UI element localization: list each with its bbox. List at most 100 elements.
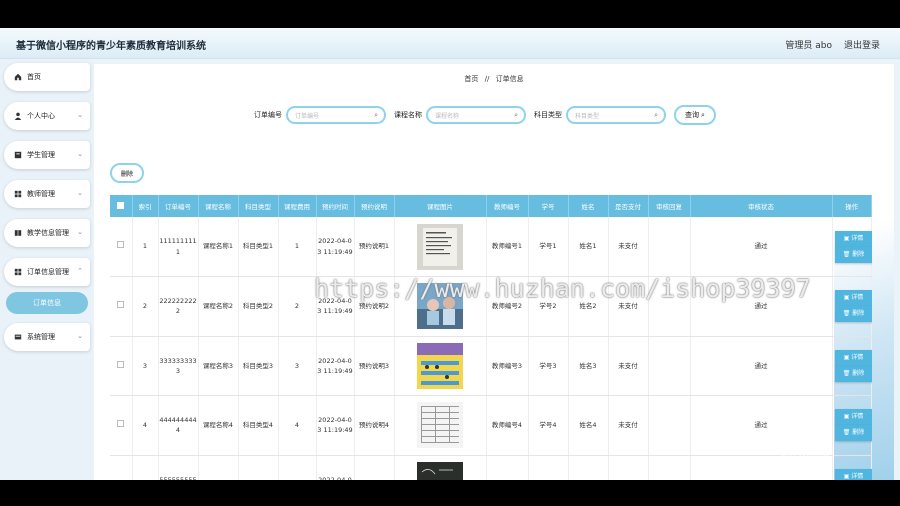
detail-label: 详情 [851, 234, 864, 242]
cell-teacher-no: 教师编号4 [486, 395, 529, 456]
system-icon [14, 334, 22, 340]
table-row: 55555555555课程名称5科目类型552022-04-03 11:19:4… [110, 455, 872, 480]
column-header: 课程图片 [394, 195, 487, 217]
course-image [417, 402, 463, 449]
row-select-cell[interactable] [110, 395, 133, 456]
sidebar-item-label: 首页 [27, 73, 41, 81]
cell-course-image [394, 455, 487, 480]
row-select-cell[interactable] [110, 455, 133, 480]
home-icon [14, 73, 22, 81]
sidebar-item-students[interactable]: 学生管理 ⌄ [4, 141, 90, 169]
cell-actions: ▣ 详情🗑 删除 [832, 455, 872, 480]
row-checkbox[interactable] [117, 360, 125, 368]
cell-review-reply [648, 217, 691, 277]
cell-course-name: 课程名称4 [198, 395, 239, 456]
table-row: 1 1111111111 课程名称1 科目类型1 1 2022-04-03 11:19:4… [110, 217, 872, 277]
cell-booking-time: 2022-04-03 11:19:49 [316, 455, 355, 480]
course-search-input[interactable]: 课程名称 ⌕ [426, 106, 526, 124]
column-header: 预约时间 [316, 195, 355, 217]
cell-course-name: 课程名称5 [198, 455, 239, 480]
cell-student-no: 学号3 [528, 336, 569, 396]
order-label: 订单编号 [254, 111, 282, 119]
row-checkbox[interactable] [117, 241, 125, 249]
cell-course-fee: 4 [278, 395, 317, 456]
batch-delete-button[interactable]: 删除 [110, 163, 144, 183]
cell-course-fee: 3 [278, 336, 317, 396]
app-title: 基于微信小程序的青少年素质教育培训系统 [16, 41, 206, 52]
subject-search-input[interactable]: 科目类型 ⌕ [566, 106, 666, 124]
detail-label: 详情 [851, 413, 864, 421]
sidebar-item-label: 学生管理 [27, 151, 55, 159]
detail-button[interactable]: ▣ 详情 [834, 468, 872, 480]
detail-button[interactable]: ▣ 详情 [834, 230, 872, 247]
column-header: 预约说明 [354, 195, 395, 217]
table-row: 3 3333333333 课程名称3 科目类型3 3 2022-04-03 11:19:4… [110, 336, 872, 396]
student-icon [14, 151, 22, 159]
cell-teacher-no: 教师编号5 [486, 455, 529, 480]
detail-label: 详情 [851, 353, 864, 361]
sidebar: 首页 个人中心 ⌄ 学生管理 ⌄ 教师管理 ⌄ 教学信息管理 ⌄ 订单信息管理 … [0, 59, 92, 480]
delete-button[interactable]: 🗑 删除 [834, 246, 872, 263]
sidebar-item-teachers[interactable]: 教师管理 ⌄ [4, 180, 90, 208]
order-table: 索引 订单编号 课程名称 科目类型 课程费用 预约时间 预约说明 课程图片 教师… [110, 195, 872, 480]
cell-index: 2 [132, 276, 159, 337]
cell-course-image [394, 217, 487, 277]
trash-icon: 🗑 [842, 369, 853, 377]
cell-course-fee: 2 [278, 276, 317, 337]
cell-booking-note: 预约说明3 [354, 336, 395, 396]
grid-icon [14, 190, 22, 198]
current-user: 管理员 abo [785, 41, 832, 51]
subject-placeholder: 科目类型 [575, 112, 600, 120]
delete-button[interactable]: 🗑 删除 [834, 425, 872, 442]
breadcrumb-home[interactable]: 首页 [464, 75, 478, 83]
cell-course-name: 课程名称3 [198, 336, 239, 396]
sidebar-item-label: 教学信息管理 [27, 229, 69, 237]
cell-booking-time: 2022-04-03 11:19:49 [316, 217, 355, 277]
book-icon [14, 230, 22, 236]
cell-course-name: 课程名称1 [198, 217, 239, 277]
cell-course-image [394, 395, 487, 456]
select-all-cell[interactable] [110, 195, 133, 217]
cell-order-no: 1111111111 [158, 217, 199, 277]
row-select-cell[interactable] [110, 336, 133, 396]
order-search-input[interactable]: 订单编号 ⌕ [286, 106, 386, 124]
row-select-cell[interactable] [110, 276, 133, 337]
delete-button[interactable]: 🗑 删除 [834, 365, 872, 382]
trash-icon: 🗑 [842, 310, 853, 318]
sidebar-item-orders[interactable]: 订单信息管理 ⌃ [4, 258, 90, 286]
detail-button[interactable]: ▣ 详情 [834, 409, 872, 426]
delete-label: 删除 [852, 250, 865, 258]
detail-button[interactable]: ▣ 详情 [834, 290, 872, 307]
cell-booking-time: 2022-04-03 11:19:49 [316, 395, 355, 456]
delete-button[interactable]: 🗑 删除 [834, 306, 872, 323]
row-select-cell[interactable] [110, 217, 133, 277]
chevron-down-icon: ⌄ [77, 111, 83, 119]
column-header: 审核回复 [648, 195, 691, 217]
row-checkbox[interactable] [117, 301, 125, 309]
select-all-checkbox[interactable] [117, 201, 125, 209]
order-placeholder: 订单编号 [295, 112, 320, 120]
search-icon: ⌕ [701, 110, 705, 119]
table-row: 4 4444444444 课程名称4 科目类型4 4 2022-04-03 11:19:4… [110, 395, 872, 456]
row-checkbox[interactable] [117, 420, 125, 428]
logout-link[interactable]: 退出登录 [844, 38, 880, 51]
table-body: 1 1111111111 课程名称1 科目类型1 1 2022-04-03 11:19:4… [110, 217, 872, 480]
detail-button[interactable]: ▣ 详情 [834, 349, 872, 366]
query-button[interactable]: 查询 ⌕ [674, 105, 716, 125]
sidebar-item-home[interactable]: 首页 [4, 63, 90, 91]
cell-course-name: 课程名称2 [198, 276, 239, 337]
sidebar-item-system[interactable]: 系统管理 ⌄ [4, 323, 90, 351]
sidebar-item-teaching[interactable]: 教学信息管理 ⌄ [4, 219, 90, 247]
column-header: 审核状态 [690, 195, 833, 217]
column-header: 订单编号 [158, 195, 199, 217]
breadcrumb: 首页 // 订单信息 [94, 74, 894, 84]
cell-paid: 未支付 [608, 455, 649, 480]
cell-actions: ▣ 详情🗑 删除 [832, 336, 872, 396]
sidebar-subitem-order-info[interactable]: 订单信息 [6, 292, 88, 314]
cell-index: 4 [132, 395, 159, 456]
course-image [417, 223, 463, 270]
sidebar-item-profile[interactable]: 个人中心 ⌄ [4, 102, 90, 130]
cell-subject-type: 科目类型2 [238, 276, 279, 337]
column-header: 科目类型 [238, 195, 279, 217]
cell-actions: ▣ 详情🗑 删除 [832, 395, 872, 456]
